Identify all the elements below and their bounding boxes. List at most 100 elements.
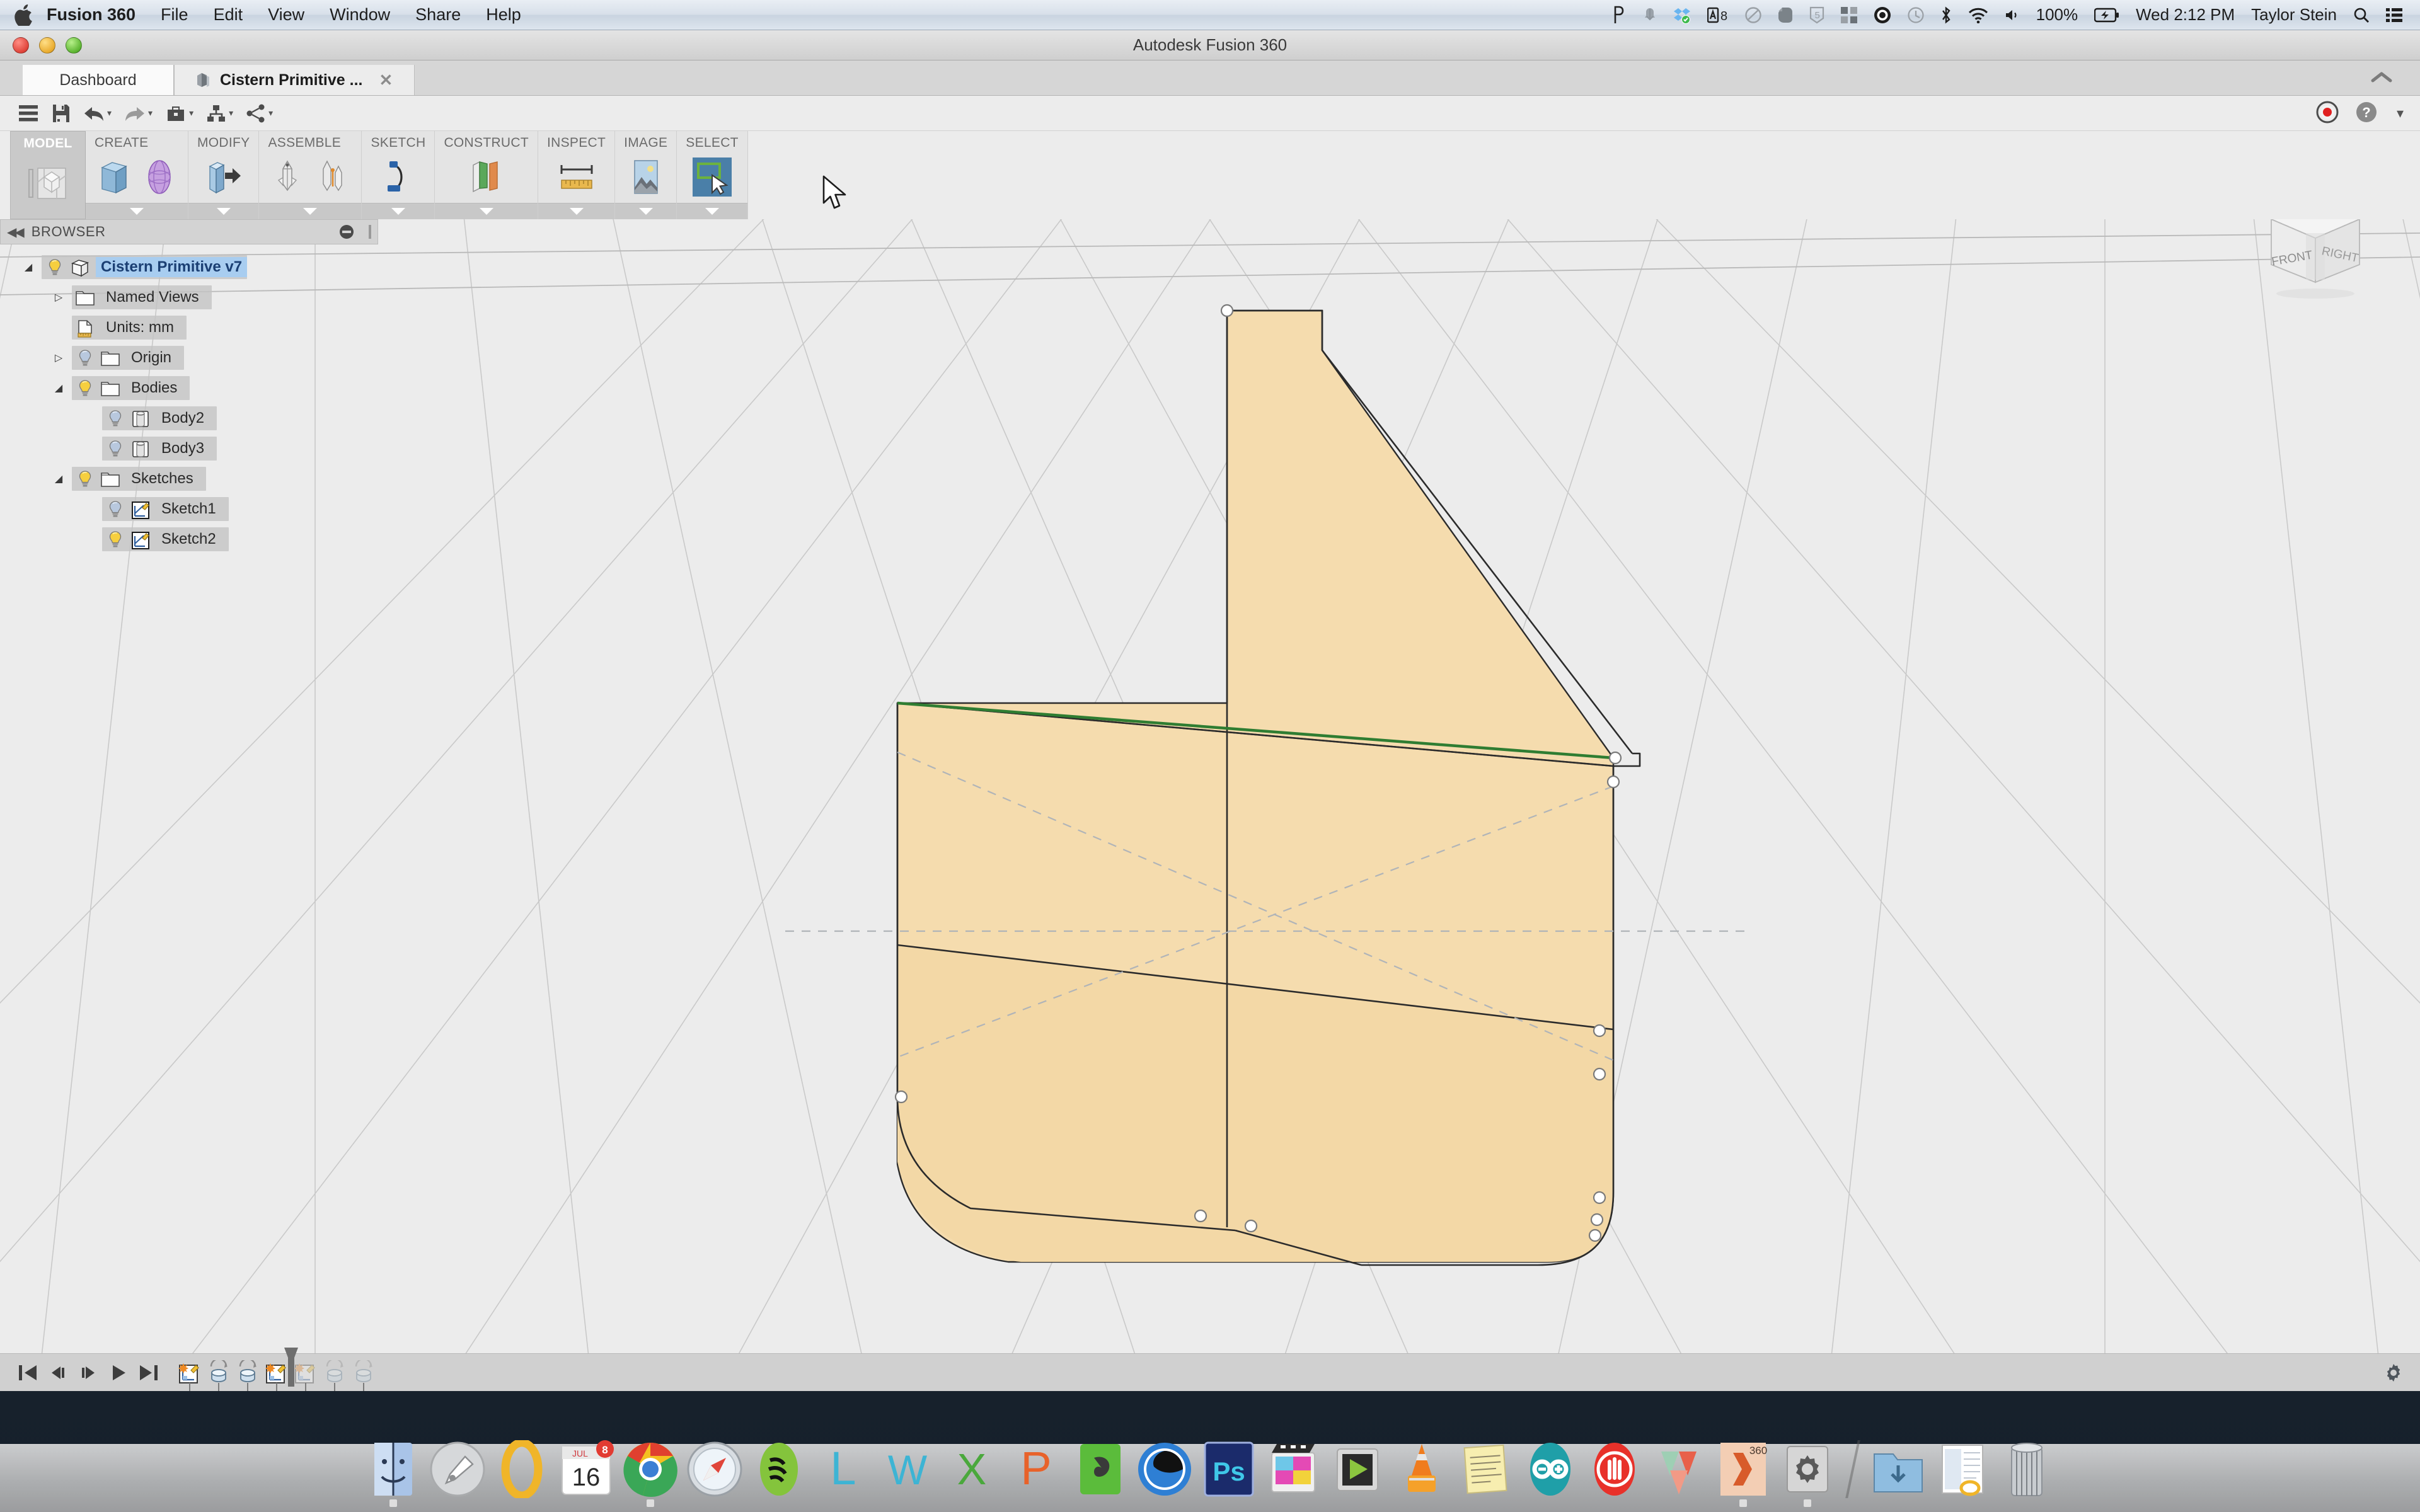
menu-help[interactable]: Help xyxy=(486,6,521,23)
undo-caret-icon[interactable]: ▾ xyxy=(107,108,112,118)
disclosure-arrow-open-icon[interactable]: ◢ xyxy=(52,382,66,394)
press-pull-icon[interactable] xyxy=(204,158,243,197)
browser-node-named-views[interactable]: ▷ Named Views xyxy=(0,282,378,312)
menu-clock[interactable]: Wed 2:12 PM xyxy=(2136,5,2235,25)
view-cube[interactable]: FRONT RIGHT xyxy=(2246,219,2385,307)
redo-button[interactable]: ▾ xyxy=(118,98,159,129)
gear-icon[interactable] xyxy=(2380,1359,2407,1387)
dock-item-autodesk[interactable] xyxy=(1650,1440,1708,1498)
timeline-extrude-4[interactable] xyxy=(349,1356,378,1389)
timeline-extrude-2[interactable] xyxy=(233,1356,262,1389)
browser-node-body2[interactable]: Body2 xyxy=(0,403,378,433)
play-icon[interactable] xyxy=(103,1358,134,1388)
skip-end-icon[interactable] xyxy=(134,1358,164,1388)
data-panel-caret-icon[interactable]: ▾ xyxy=(229,108,233,118)
tab-cistern-primitive[interactable]: Cistern Primitive ... ✕ xyxy=(174,65,415,95)
job-status-button[interactable]: ▾ xyxy=(159,98,200,129)
visibility-bulb-off-icon[interactable] xyxy=(76,348,95,367)
canvas-image-icon[interactable] xyxy=(626,158,666,197)
menu-view[interactable]: View xyxy=(268,6,304,23)
dock-item-app-p[interactable]: P xyxy=(1007,1440,1065,1498)
disclosure-arrow-closed-icon[interactable]: ▷ xyxy=(52,352,66,364)
close-button[interactable] xyxy=(13,37,29,54)
redo-caret-icon[interactable]: ▾ xyxy=(148,108,153,118)
browser-node-body3[interactable]: Body3 xyxy=(0,433,378,464)
window-tiler-icon[interactable] xyxy=(1840,6,1857,23)
ribbon-group-select-dropdown[interactable] xyxy=(677,203,747,219)
share-button[interactable]: ▾ xyxy=(239,98,279,129)
ribbon-group-sketch-dropdown[interactable] xyxy=(362,203,435,219)
dock-item-app-x[interactable]: X xyxy=(943,1440,1001,1498)
measure-ruler-icon[interactable] xyxy=(557,158,596,197)
ribbon-group-inspect-dropdown[interactable] xyxy=(538,203,615,219)
dropbox-icon[interactable] xyxy=(1673,6,1691,24)
menu-app-name[interactable]: Fusion 360 xyxy=(47,6,135,23)
dock-item-launchpad[interactable] xyxy=(429,1440,487,1498)
dock-item-app-l[interactable]: L xyxy=(814,1440,872,1498)
search-icon[interactable] xyxy=(2353,7,2370,23)
browser-node-cistern-primitive-v7[interactable]: ◢ Cistern Primitive v7 xyxy=(0,252,378,282)
ribbon-group-image-dropdown[interactable] xyxy=(615,203,677,219)
volume-icon[interactable] xyxy=(2005,8,2020,23)
dock-item-ring-app[interactable] xyxy=(493,1438,551,1500)
dock-item-trash[interactable] xyxy=(1998,1440,2056,1498)
data-panel-button[interactable]: ▾ xyxy=(200,98,239,129)
visibility-bulb-off-icon[interactable] xyxy=(106,409,125,428)
panel-grip-icon[interactable] xyxy=(369,225,371,239)
timeline-extrude-3[interactable] xyxy=(320,1356,349,1389)
rewind-collapse-icon[interactable]: ◀◀ xyxy=(7,224,25,240)
apple-logo-icon[interactable] xyxy=(14,4,33,26)
job-status-caret-icon[interactable]: ▾ xyxy=(189,108,193,118)
help-caret-icon[interactable]: ▾ xyxy=(2397,105,2404,122)
minimize-button[interactable] xyxy=(39,37,55,54)
dock-item-chrome[interactable] xyxy=(621,1440,679,1507)
browser-node-bodies[interactable]: ◢ Bodies xyxy=(0,373,378,403)
dock-item-calendar[interactable]: JUL 16 8 xyxy=(557,1440,615,1498)
visibility-bulb-on-icon[interactable] xyxy=(76,379,95,398)
menu-edit[interactable]: Edit xyxy=(214,6,243,23)
app-menu-button[interactable] xyxy=(11,98,45,129)
joint-icon[interactable] xyxy=(313,158,352,197)
skip-start-icon[interactable] xyxy=(13,1358,43,1388)
select-window-icon[interactable] xyxy=(693,157,732,197)
visibility-bulb-off-icon[interactable] xyxy=(106,500,125,518)
ribbon-group-assemble-dropdown[interactable] xyxy=(259,203,362,219)
chevron-up-icon[interactable] xyxy=(2371,71,2392,88)
dock-item-app-w[interactable]: W xyxy=(879,1440,936,1498)
tab-close-icon[interactable]: ✕ xyxy=(379,71,393,90)
record-button-icon[interactable] xyxy=(2316,101,2339,127)
undo-button[interactable]: ▾ xyxy=(77,98,118,129)
menu-share[interactable]: Share xyxy=(415,6,461,23)
dock-item-evernote[interactable] xyxy=(1071,1440,1129,1498)
step-back-icon[interactable] xyxy=(43,1358,73,1388)
save-button[interactable] xyxy=(45,98,77,129)
wifi-icon[interactable] xyxy=(1968,7,1988,23)
offset-plane-icon[interactable] xyxy=(467,158,506,197)
timeline-sketch-1[interactable] xyxy=(175,1356,204,1389)
history-icon[interactable] xyxy=(1908,6,1924,23)
evernote-icon[interactable] xyxy=(1778,6,1793,24)
timeline-extrude-1[interactable] xyxy=(204,1356,233,1389)
workspace-switcher-model[interactable]: MODEL xyxy=(10,131,86,219)
dock-item-vlc[interactable] xyxy=(1393,1440,1451,1498)
share-caret-icon[interactable]: ▾ xyxy=(268,108,273,118)
menu-window[interactable]: Window xyxy=(330,6,390,23)
ribbon-group-create-dropdown[interactable] xyxy=(86,203,188,219)
menu-user-name[interactable]: Taylor Stein xyxy=(2251,5,2337,25)
notification-center-icon[interactable] xyxy=(2386,8,2402,23)
timemachine-target-icon[interactable] xyxy=(1874,6,1891,24)
dock-item-spotify[interactable] xyxy=(750,1440,808,1498)
timeline-sketch-3[interactable] xyxy=(291,1356,320,1389)
browser-node-units-mm[interactable]: Units: mm xyxy=(0,312,378,343)
dock-item-final-cut-pro[interactable] xyxy=(1264,1440,1322,1498)
browser-node-sketch2[interactable]: Sketch2 xyxy=(0,524,378,554)
dock-item-stickies[interactable] xyxy=(1457,1440,1515,1498)
revolve-sphere-icon[interactable] xyxy=(140,158,179,197)
bartender-icon[interactable] xyxy=(1613,6,1627,25)
dock-item-documents-stack[interactable] xyxy=(1933,1440,1991,1498)
dock-item-motion[interactable] xyxy=(1328,1440,1386,1498)
onedrive-icon[interactable] xyxy=(1744,6,1761,23)
zoom-button[interactable] xyxy=(66,37,82,54)
browser-node-sketches[interactable]: ◢ Sketches xyxy=(0,464,378,494)
visibility-bulb-on-icon[interactable] xyxy=(45,258,64,277)
